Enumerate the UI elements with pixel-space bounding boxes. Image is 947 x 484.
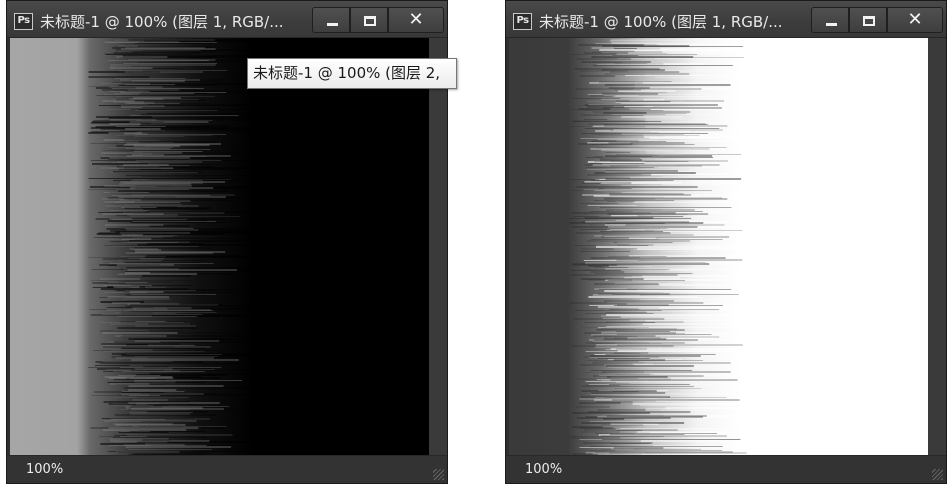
minimize-button[interactable]	[312, 7, 350, 33]
maximize-icon	[863, 16, 875, 26]
vertical-scroll-track[interactable]	[429, 38, 447, 458]
minimize-icon	[327, 23, 338, 26]
document-canvas[interactable]	[10, 38, 430, 458]
document-canvas[interactable]	[509, 38, 929, 458]
zoom-level[interactable]: 100%	[26, 462, 63, 478]
window-title: 未标题-1 @ 100% (图层 1, RGB/...	[40, 13, 284, 31]
close-button[interactable]: ✕	[887, 7, 943, 33]
maximize-button[interactable]	[350, 7, 388, 33]
zoom-level[interactable]: 100%	[525, 462, 562, 478]
gradient-image	[509, 38, 929, 458]
minimize-button[interactable]	[811, 7, 849, 33]
minimize-icon	[826, 23, 837, 26]
title-bar[interactable]: Ps 未标题-1 @ 100% (图层 1, RGB/... ✕	[7, 1, 447, 38]
document-window-right: Ps 未标题-1 @ 100% (图层 1, RGB/... ✕ 100%	[505, 0, 947, 484]
status-bar: 100%	[7, 455, 447, 483]
resize-grip-icon[interactable]	[433, 469, 444, 480]
title-bar[interactable]: Ps 未标题-1 @ 100% (图层 1, RGB/... ✕	[506, 1, 946, 38]
close-button[interactable]: ✕	[388, 7, 444, 33]
document-title-tooltip: 未标题-1 @ 100% (图层 2,	[247, 58, 457, 89]
maximize-icon	[364, 16, 376, 26]
close-icon: ✕	[408, 9, 424, 30]
close-icon: ✕	[907, 9, 923, 30]
vertical-scroll-track[interactable]	[928, 38, 946, 458]
gradient-image	[10, 38, 430, 458]
resize-grip-icon[interactable]	[932, 469, 943, 480]
maximize-button[interactable]	[849, 7, 887, 33]
ps-logo-icon: Ps	[513, 13, 532, 30]
ps-logo-icon: Ps	[14, 13, 33, 30]
status-bar: 100%	[506, 455, 946, 483]
window-title: 未标题-1 @ 100% (图层 1, RGB/...	[539, 13, 783, 31]
